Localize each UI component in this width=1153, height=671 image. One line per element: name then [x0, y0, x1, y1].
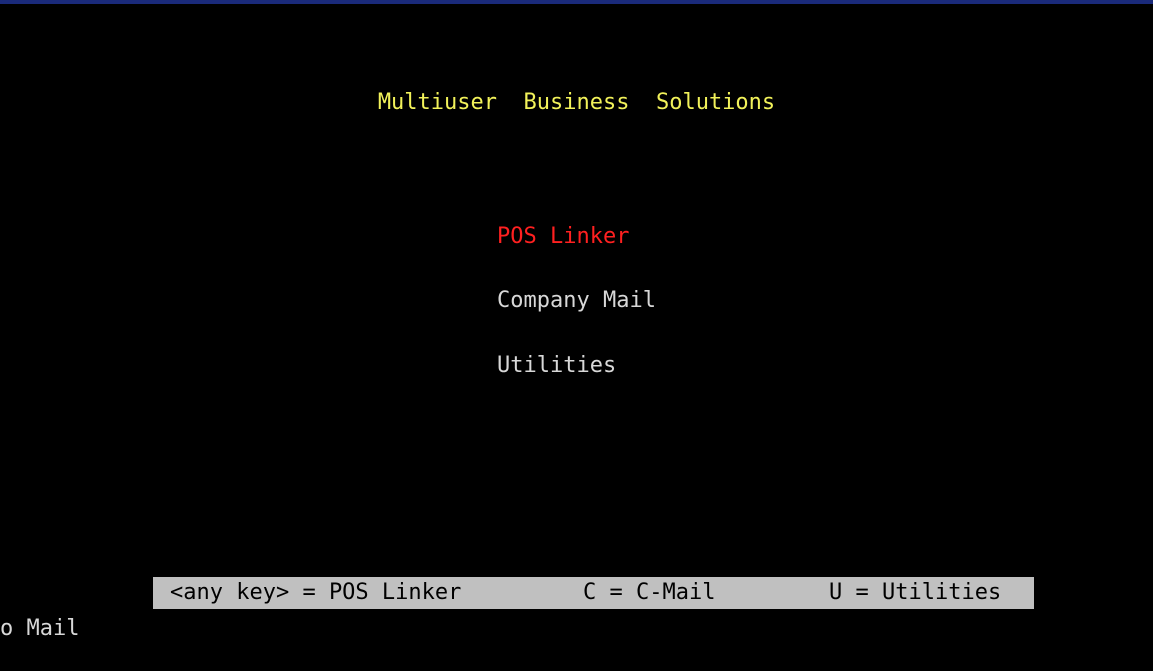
status-bar: <any key> = POS Linker C = C-Mail U = Ut… [153, 577, 1034, 609]
terminal-screen: Multiuser Business Solutions POS Linker … [0, 0, 1153, 671]
menu-item-utilities[interactable]: Utilities [497, 351, 616, 381]
menu-item-company-mail[interactable]: Company Mail [497, 286, 656, 316]
window-top-border [0, 0, 1153, 4]
bottom-line-text: o Mail [0, 616, 80, 641]
status-any-key-pos-linker[interactable]: <any key> = POS Linker [170, 577, 461, 609]
status-c-mail-key[interactable]: C = C-Mail [583, 577, 715, 609]
status-utilities-key[interactable]: U = Utilities [829, 577, 1001, 609]
menu-item-pos-linker[interactable]: POS Linker [497, 222, 629, 252]
app-title: Multiuser Business Solutions [377, 90, 776, 115]
